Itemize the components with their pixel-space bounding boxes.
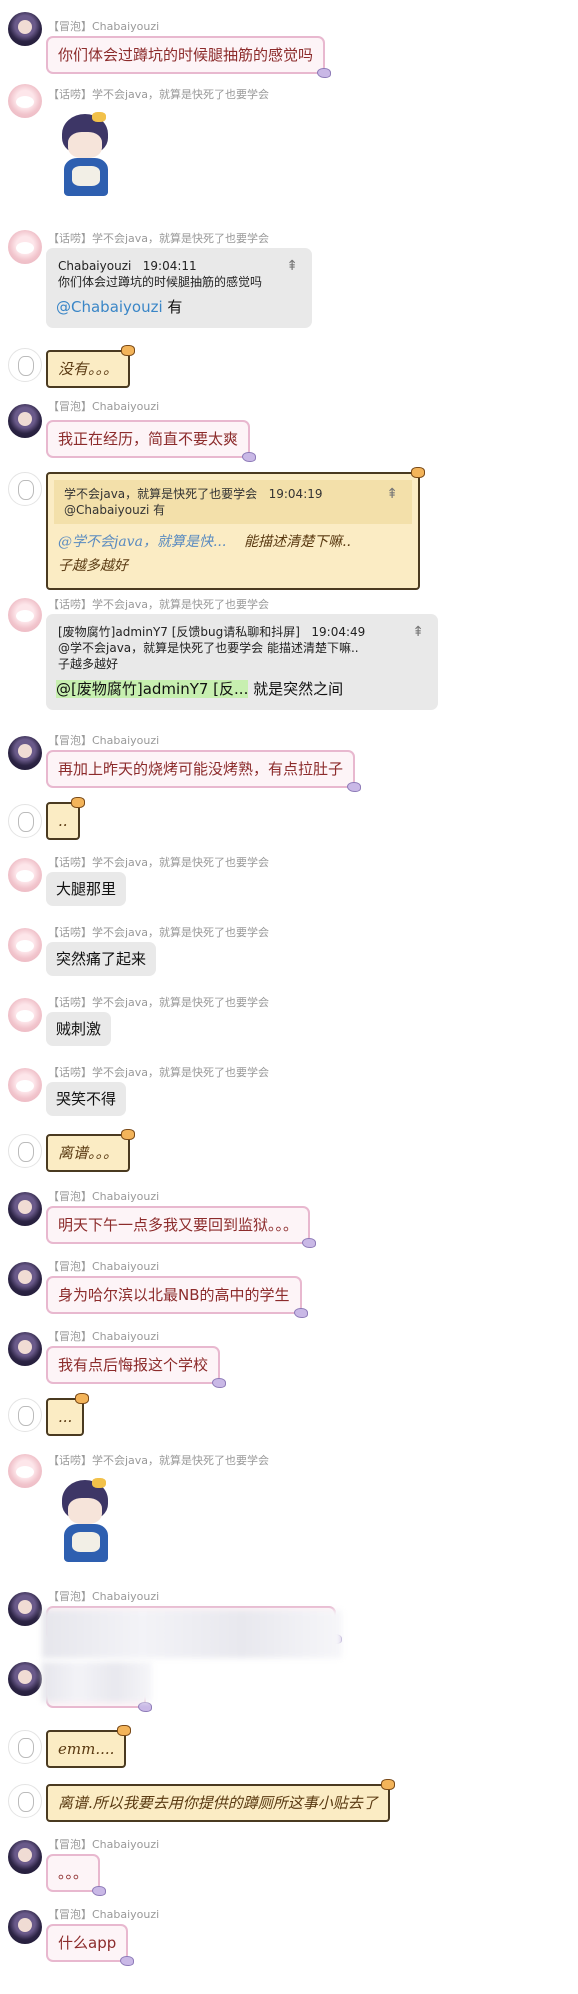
message-bubble[interactable]: 突然痛了起来 bbox=[46, 942, 157, 976]
message-bubble[interactable]: 我正在经历，简直不要太爽 bbox=[46, 420, 257, 462]
sender-name: 【话唠】学不会java，就算是快死了也要学会 bbox=[48, 996, 270, 1009]
sender-name: 【话唠】学不会java，就算是快死了也要学会 bbox=[48, 1066, 270, 1079]
sender-name: 【冒泡】Chabaiyouzi bbox=[48, 1330, 160, 1343]
message-bubble[interactable]: 身为哈尔滨以北最NB的高中的学生 bbox=[46, 1276, 308, 1318]
quoted-message[interactable]: 学不会java，就算是快死了也要学会 19:04:19 ⇞ @Chabaiyou… bbox=[54, 480, 412, 524]
quoted-message[interactable]: [废物腐竹]adminY7 [反馈bug请私聊和抖屏] 19:04:49 ⇞ @… bbox=[46, 614, 438, 672]
pin-icon[interactable]: ⇞ bbox=[286, 258, 298, 274]
avatar[interactable] bbox=[8, 12, 42, 46]
message-bubble[interactable]: 离谱.所以我要去用你提供的蹲厕所这事小贴去了 bbox=[46, 1779, 395, 1822]
avatar[interactable] bbox=[8, 472, 42, 506]
message-bubble[interactable]: 离谱。。。 bbox=[46, 1129, 136, 1172]
sender-name: 【话唠】学不会java，就算是快死了也要学会 bbox=[48, 88, 270, 101]
avatar[interactable] bbox=[8, 1454, 42, 1488]
message-bubble[interactable]: 贼刺激 bbox=[46, 1012, 112, 1046]
mention[interactable]: @[废物腐竹]adminY7 [反... bbox=[56, 680, 249, 698]
avatar[interactable] bbox=[8, 1592, 42, 1626]
sender-name: 【冒泡】Chabaiyouzi bbox=[48, 400, 160, 413]
avatar[interactable] bbox=[8, 998, 42, 1032]
avatar[interactable] bbox=[8, 1910, 42, 1944]
message-bubble[interactable]: 。。。 bbox=[46, 1854, 107, 1896]
redacted-blur bbox=[42, 1662, 152, 1702]
reply-bubble[interactable]: 学不会java，就算是快死了也要学会 19:04:19 ⇞ @Chabaiyou… bbox=[46, 467, 425, 590]
message-bubble[interactable]: 再加上昨天的烧烤可能没烤熟，有点拉肚子 bbox=[46, 750, 362, 792]
redacted-blur bbox=[42, 1610, 342, 1658]
message-bubble[interactable]: 明天下午一点多我又要回到监狱。。。 bbox=[46, 1206, 317, 1248]
pin-icon[interactable]: ⇞ bbox=[386, 486, 398, 502]
avatar[interactable] bbox=[8, 84, 42, 118]
avatar[interactable] bbox=[8, 230, 42, 264]
mention[interactable]: @学不会java，就算是快... bbox=[58, 534, 226, 550]
avatar[interactable] bbox=[8, 1068, 42, 1102]
avatar[interactable] bbox=[8, 1398, 42, 1432]
avatar[interactable] bbox=[8, 1262, 42, 1296]
sender-name: 【冒泡】Chabaiyouzi bbox=[48, 734, 160, 747]
sender-name: 【冒泡】Chabaiyouzi bbox=[48, 1260, 160, 1273]
sender-name: 【话唠】学不会java，就算是快死了也要学会 bbox=[48, 1454, 270, 1467]
sender-name: 【话唠】学不会java，就算是快死了也要学会 bbox=[48, 232, 270, 245]
avatar[interactable] bbox=[8, 1332, 42, 1366]
avatar[interactable] bbox=[8, 598, 42, 632]
avatar[interactable] bbox=[8, 348, 42, 382]
avatar[interactable] bbox=[8, 1662, 42, 1696]
avatar[interactable] bbox=[8, 1192, 42, 1226]
sender-name: 【话唠】学不会java，就算是快死了也要学会 bbox=[48, 926, 270, 939]
message-bubble[interactable]: .. bbox=[46, 797, 85, 840]
sender-name: 【冒泡】Chabaiyouzi bbox=[48, 20, 160, 33]
avatar[interactable] bbox=[8, 858, 42, 892]
anime-girl-sticker[interactable] bbox=[46, 1472, 124, 1568]
message-bubble[interactable]: emm.... bbox=[46, 1725, 132, 1768]
avatar[interactable] bbox=[8, 736, 42, 770]
message-bubble[interactable]: 我有点后悔报这个学校 bbox=[46, 1346, 227, 1388]
message-bubble[interactable]: 大腿那里 bbox=[46, 872, 127, 906]
message-bubble[interactable]: 哭笑不得 bbox=[46, 1082, 127, 1116]
mention[interactable]: @Chabaiyouzi bbox=[56, 298, 163, 316]
sender-name: 【话唠】学不会java，就算是快死了也要学会 bbox=[48, 856, 270, 869]
anime-girl-sticker[interactable] bbox=[46, 106, 124, 202]
pin-icon[interactable]: ⇞ bbox=[412, 624, 424, 640]
sender-name: 【冒泡】Chabaiyouzi bbox=[48, 1908, 160, 1921]
avatar[interactable] bbox=[8, 1134, 42, 1168]
avatar[interactable] bbox=[8, 1784, 42, 1818]
avatar[interactable] bbox=[8, 1840, 42, 1874]
message-bubble[interactable]: 没有。。。 bbox=[46, 345, 136, 388]
message-bubble[interactable]: 你们体会过蹲坑的时候腿抽筋的感觉吗 bbox=[46, 36, 332, 78]
quoted-message[interactable]: Chabaiyouzi 19:04:11 ⇞ 你们体会过蹲坑的时候腿抽筋的感觉吗 bbox=[46, 248, 312, 290]
reply-bubble[interactable]: Chabaiyouzi 19:04:11 ⇞ 你们体会过蹲坑的时候腿抽筋的感觉吗… bbox=[46, 248, 312, 328]
avatar[interactable] bbox=[8, 928, 42, 962]
avatar[interactable] bbox=[8, 804, 42, 838]
reply-bubble[interactable]: [废物腐竹]adminY7 [反馈bug请私聊和抖屏] 19:04:49 ⇞ @… bbox=[46, 614, 438, 710]
avatar[interactable] bbox=[8, 1730, 42, 1764]
avatar[interactable] bbox=[8, 404, 42, 438]
message-bubble[interactable]: 什么app bbox=[46, 1924, 135, 1966]
sender-name: 【冒泡】Chabaiyouzi bbox=[48, 1590, 160, 1603]
message-bubble[interactable]: ... bbox=[46, 1393, 90, 1436]
sender-name: 【话唠】学不会java，就算是快死了也要学会 bbox=[48, 598, 270, 611]
sender-name: 【冒泡】Chabaiyouzi bbox=[48, 1838, 160, 1851]
sender-name: 【冒泡】Chabaiyouzi bbox=[48, 1190, 160, 1203]
